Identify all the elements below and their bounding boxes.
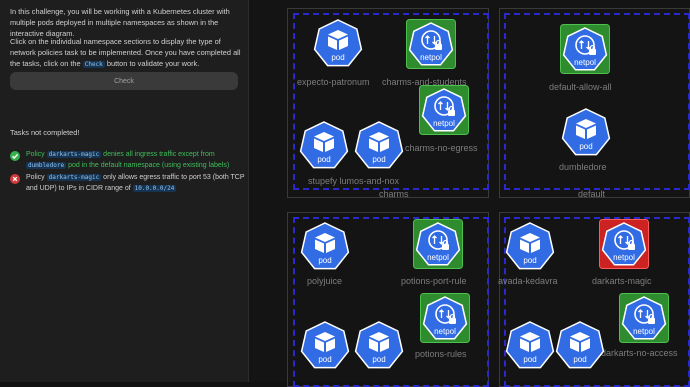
svg-text:pod: pod: [523, 256, 536, 265]
netpol-icon[interactable]: netpol: [413, 219, 463, 269]
diagram-canvas: charms default expecto-patronum charms-a…: [249, 0, 690, 387]
netpol-icon[interactable]: netpol: [420, 293, 470, 343]
task-item-egress: Policy darkarts-magic only allows egress…: [10, 173, 246, 195]
svg-text:netpol: netpol: [427, 253, 449, 262]
policy-code: darkarts-magic: [46, 151, 102, 158]
check-code: Check: [82, 61, 105, 68]
netpol-label: darkarts-magic: [592, 276, 652, 286]
svg-text:pod: pod: [523, 355, 536, 364]
task-text-part: pod in the default namespace (using exis…: [68, 161, 230, 169]
check-button[interactable]: Check: [10, 72, 238, 90]
svg-text:pod: pod: [318, 256, 331, 265]
instructions-text-end: button to validate your work.: [106, 59, 200, 68]
svg-text:pod: pod: [579, 142, 592, 151]
svg-text:netpol: netpol: [613, 253, 635, 262]
check-button-label: Check: [114, 77, 134, 85]
intro-text: In this challenge, you will be working w…: [10, 7, 230, 38]
pod-label: stupefy lumos-and-nox: [308, 176, 400, 186]
pod-label: avada-kedavra: [498, 276, 558, 286]
pod-icon[interactable]: pod: [505, 320, 555, 370]
pod-icon[interactable]: pod: [354, 120, 404, 170]
svg-text:netpol: netpol: [633, 327, 655, 336]
svg-text:pod: pod: [372, 355, 385, 364]
netpol-label: potions-port-rule: [401, 276, 467, 286]
netpol-label: darkarts-no-access: [601, 348, 678, 358]
task-text-part: Policy: [26, 174, 45, 181]
status-text: Tasks not completed!: [10, 128, 80, 137]
netpol-icon[interactable]: netpol: [406, 19, 456, 69]
pod-icon[interactable]: pod: [505, 221, 555, 271]
task-text-part: denies all ingress traffic except from: [103, 151, 215, 158]
cidr-code: 10.0.0.0/24: [132, 184, 177, 192]
check-circle-icon: [10, 151, 20, 161]
task-text: Policy darkarts-magic only allows egress…: [26, 173, 246, 194]
netpol-icon[interactable]: netpol: [619, 293, 669, 343]
svg-text:netpol: netpol: [574, 58, 596, 67]
pod-icon[interactable]: pod: [313, 18, 363, 68]
svg-text:pod: pod: [573, 355, 586, 364]
pod-icon[interactable]: pod: [555, 320, 605, 370]
svg-text:pod: pod: [317, 155, 330, 164]
netpol-icon-selected[interactable]: netpol: [599, 219, 649, 269]
pod-label: dumbledore: [559, 162, 607, 172]
pod-icon[interactable]: pod: [561, 107, 611, 157]
instructions-paragraph: Click on the individual namespace sectio…: [10, 36, 242, 70]
namespace-label-default: default: [578, 189, 606, 199]
svg-text:pod: pod: [372, 155, 385, 164]
netpol-label: charms-no-egress: [405, 143, 478, 153]
svg-text:netpol: netpol: [433, 119, 455, 128]
instructions-panel: In this challenge, you will be working w…: [0, 0, 248, 382]
task-item-ingress: Policy darkarts-magic denies all ingress…: [10, 150, 246, 172]
pod-code: dumbledore: [26, 161, 67, 169]
netpol-icon[interactable]: netpol: [419, 85, 469, 135]
netpol-label: potions-rules: [415, 349, 467, 359]
svg-text:netpol: netpol: [434, 327, 456, 336]
netpol-label: default-allow-all: [549, 82, 612, 92]
pod-icon[interactable]: pod: [300, 320, 350, 370]
pod-label: expecto-patronum: [297, 77, 370, 87]
task-text: Policy darkarts-magic denies all ingress…: [26, 150, 246, 171]
pod-icon[interactable]: pod: [300, 221, 350, 271]
svg-text:pod: pod: [318, 355, 331, 364]
pod-icon[interactable]: pod: [354, 320, 404, 370]
netpol-icon[interactable]: netpol: [560, 24, 610, 74]
pod-label: polyjuice: [307, 276, 343, 286]
svg-text:netpol: netpol: [420, 53, 442, 62]
task-text-part: Policy: [26, 151, 45, 158]
svg-text:pod: pod: [331, 53, 344, 62]
namespace-label-charms: charms: [379, 189, 409, 199]
pod-icon[interactable]: pod: [299, 120, 349, 170]
policy-code: darkarts-magic: [46, 174, 102, 181]
x-circle-icon: [10, 174, 20, 184]
intro-paragraph: In this challenge, you will be working w…: [10, 6, 242, 39]
